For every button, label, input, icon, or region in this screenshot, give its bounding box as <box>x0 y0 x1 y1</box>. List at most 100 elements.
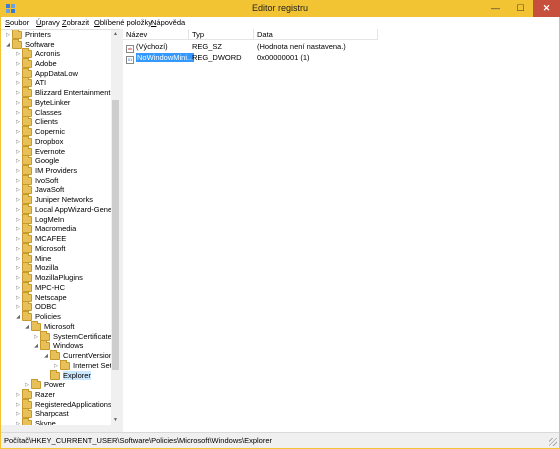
folder-icon <box>22 282 32 292</box>
tree-item-label: Internet Setti <box>73 361 116 370</box>
values-list[interactable]: Název Typ Data ab (Výchozí) REG_SZ (Hodno… <box>123 29 559 432</box>
tree-item-label: Evernote <box>35 147 66 156</box>
expand-arrow-icon[interactable]: ▷ <box>14 88 22 98</box>
tree-item-label: IvoSoft <box>35 176 59 185</box>
expand-arrow-icon[interactable]: ▷ <box>14 59 22 69</box>
maximize-button[interactable]: ☐ <box>508 0 533 17</box>
expand-arrow-icon[interactable]: ▷ <box>14 156 22 166</box>
folder-icon <box>22 389 32 399</box>
expand-arrow-icon[interactable]: ▷ <box>14 98 22 108</box>
folder-icon <box>22 184 32 194</box>
tree-item-currentversion[interactable]: ◢ CurrentVersion <box>42 350 113 361</box>
expand-arrow-icon[interactable]: ▷ <box>14 166 22 176</box>
tree-item-local-appwizard[interactable]: ▷ Local AppWizard-Generated <box>14 204 120 215</box>
tree-item-label: Clients <box>35 117 58 126</box>
tree-item-label: SystemCertificates <box>53 332 116 341</box>
menu-help[interactable]: Nápověda <box>150 18 186 28</box>
key-tree[interactable]: ▷ Printers ◢ Software ▷ Acronis ▷ Adobe ▷ App… <box>1 29 120 432</box>
tree-horizontal-scrollbar[interactable] <box>1 425 120 432</box>
close-button[interactable]: ✕ <box>533 0 560 17</box>
scroll-down-icon[interactable]: ▼ <box>111 416 120 425</box>
collapse-arrow-icon[interactable]: ◢ <box>23 322 31 332</box>
menu-view[interactable]: Zobrazit <box>61 18 90 28</box>
folder-icon <box>22 272 32 282</box>
expand-arrow-icon[interactable]: ▷ <box>14 409 22 419</box>
status-bar: Počítač\HKEY_CURRENT_USER\Software\Polic… <box>1 432 559 448</box>
tree-item-internet-settings[interactable]: ▷ Internet Setti <box>52 360 116 371</box>
tree-item-label: Blizzard Entertainment <box>35 88 111 97</box>
tree-item-label: Acronis <box>35 49 61 58</box>
tree-item-label: Local AppWizard-Generated <box>35 205 120 214</box>
collapse-arrow-icon[interactable]: ◢ <box>32 341 40 351</box>
scroll-thumb[interactable] <box>112 100 119 370</box>
collapse-arrow-icon[interactable]: ◢ <box>42 351 50 361</box>
expand-arrow-icon[interactable]: ▷ <box>14 117 22 127</box>
value-row[interactable]: 01 NoWindowMini... REG_DWORD 0x00000001 (… <box>123 52 559 64</box>
tree-item-clients[interactable]: ▷ Clients <box>14 116 58 127</box>
value-name-cell: 01 NoWindowMini... <box>126 52 195 64</box>
tree-vertical-scrollbar[interactable]: ▲ ▼ <box>111 30 120 425</box>
expand-arrow-icon[interactable]: ▷ <box>14 224 22 234</box>
folder-icon <box>31 379 41 389</box>
tree-item-label: ATI <box>35 78 47 87</box>
expand-arrow-icon[interactable]: ▷ <box>14 127 22 137</box>
tree-item-ati[interactable]: ▷ ATI <box>14 77 47 88</box>
expand-arrow-icon[interactable]: ▷ <box>14 137 22 147</box>
folder-icon <box>22 97 32 107</box>
expand-arrow-icon[interactable]: ▷ <box>14 283 22 293</box>
tree-item-odbc[interactable]: ▷ ODBC <box>14 301 57 312</box>
value-type: REG_SZ <box>192 42 223 51</box>
tree-item-label: Razer <box>35 390 56 399</box>
menu-edit[interactable]: Úpravy <box>35 18 61 28</box>
expand-arrow-icon[interactable]: ▷ <box>14 185 22 195</box>
folder-icon <box>22 204 32 214</box>
tree-item-label: Software <box>25 40 55 49</box>
expand-arrow-icon[interactable]: ▷ <box>14 273 22 283</box>
tree-item-razer[interactable]: ▷ Razer <box>14 389 56 400</box>
collapse-arrow-icon[interactable]: ◢ <box>14 312 22 322</box>
column-header-type[interactable]: Typ <box>189 29 254 40</box>
tree-item-acronis[interactable]: ▷ Acronis <box>14 48 61 59</box>
folder-icon <box>22 87 32 97</box>
scroll-up-icon[interactable]: ▲ <box>111 30 120 39</box>
resize-grip-icon[interactable] <box>549 438 557 446</box>
expand-arrow-icon[interactable]: ▷ <box>14 205 22 215</box>
folder-icon <box>22 116 32 126</box>
tree-item-label: Microsoft <box>35 244 66 253</box>
expand-arrow-icon[interactable]: ▷ <box>14 234 22 244</box>
expand-arrow-icon[interactable]: ▷ <box>14 195 22 205</box>
expand-arrow-icon[interactable]: ▷ <box>14 263 22 273</box>
folder-icon <box>22 165 32 175</box>
column-header-data[interactable]: Data <box>254 29 378 40</box>
expand-arrow-icon[interactable]: ▷ <box>4 30 12 40</box>
tree-item-policies-microsoft[interactable]: ◢ Microsoft <box>23 321 74 332</box>
tree-item-google[interactable]: ▷ Google <box>14 155 59 166</box>
folder-icon <box>22 194 32 204</box>
tree-item-windows[interactable]: ◢ Windows <box>32 340 83 351</box>
folder-icon <box>31 321 41 331</box>
menu-favorites-label: blíbené položky <box>99 18 152 27</box>
title-bar[interactable]: Editor registru — ☐ ✕ <box>0 0 560 17</box>
tree-item-label: JavaSoft <box>35 185 65 194</box>
menu-view-label: obrazit <box>66 18 90 27</box>
expand-arrow-icon[interactable]: ▷ <box>14 244 22 254</box>
expand-arrow-icon[interactable]: ▷ <box>14 78 22 88</box>
tree-item-adobe[interactable]: ▷ Adobe <box>14 58 57 69</box>
column-header-name[interactable]: Název <box>123 29 189 40</box>
folder-icon <box>50 350 60 360</box>
expand-arrow-icon[interactable]: ▷ <box>14 302 22 312</box>
tree-item-label: Sharpcast <box>35 409 69 418</box>
menu-file[interactable]: Soubor <box>4 18 30 28</box>
menu-favorites[interactable]: Oblíbené položky <box>93 18 153 28</box>
collapse-arrow-icon[interactable]: ◢ <box>4 40 12 50</box>
folder-icon <box>22 301 32 311</box>
tree-item-label: Explorer <box>63 371 91 380</box>
tree-item-label: LogMeIn <box>35 215 65 224</box>
window-title: Editor registru <box>251 3 309 13</box>
minimize-button[interactable]: — <box>483 0 508 17</box>
expand-arrow-icon[interactable]: ▷ <box>14 390 22 400</box>
tree-item-mozilla[interactable]: ▷ Mozilla <box>14 262 58 273</box>
value-row[interactable]: ab (Výchozí) REG_SZ (Hodnota není nastave… <box>123 41 559 53</box>
expand-arrow-icon[interactable]: ▷ <box>14 49 22 59</box>
tree-item-power[interactable]: ▷ Power <box>23 379 65 390</box>
